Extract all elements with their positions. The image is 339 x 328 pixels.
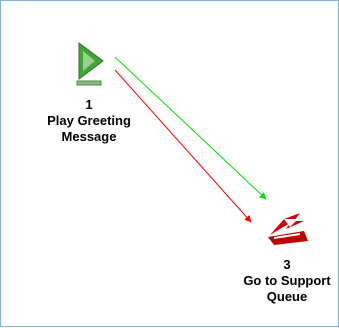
node-label: Go to Support Queue — [243, 273, 331, 304]
flow-node-play-greeting[interactable]: 1 Play Greeting Message — [19, 41, 159, 145]
queue-transfer-icon[interactable] — [264, 205, 310, 247]
node-number: 3 — [283, 257, 291, 272]
flow-node-support-queue[interactable]: 3 Go to Support Queue — [217, 205, 339, 305]
play-greeting-icon[interactable] — [71, 41, 107, 87]
node-label: Play Greeting Message — [47, 113, 131, 144]
flow-canvas[interactable]: 1 Play Greeting Message 3 Go to Support … — [0, 0, 339, 327]
node-number: 1 — [85, 97, 93, 112]
